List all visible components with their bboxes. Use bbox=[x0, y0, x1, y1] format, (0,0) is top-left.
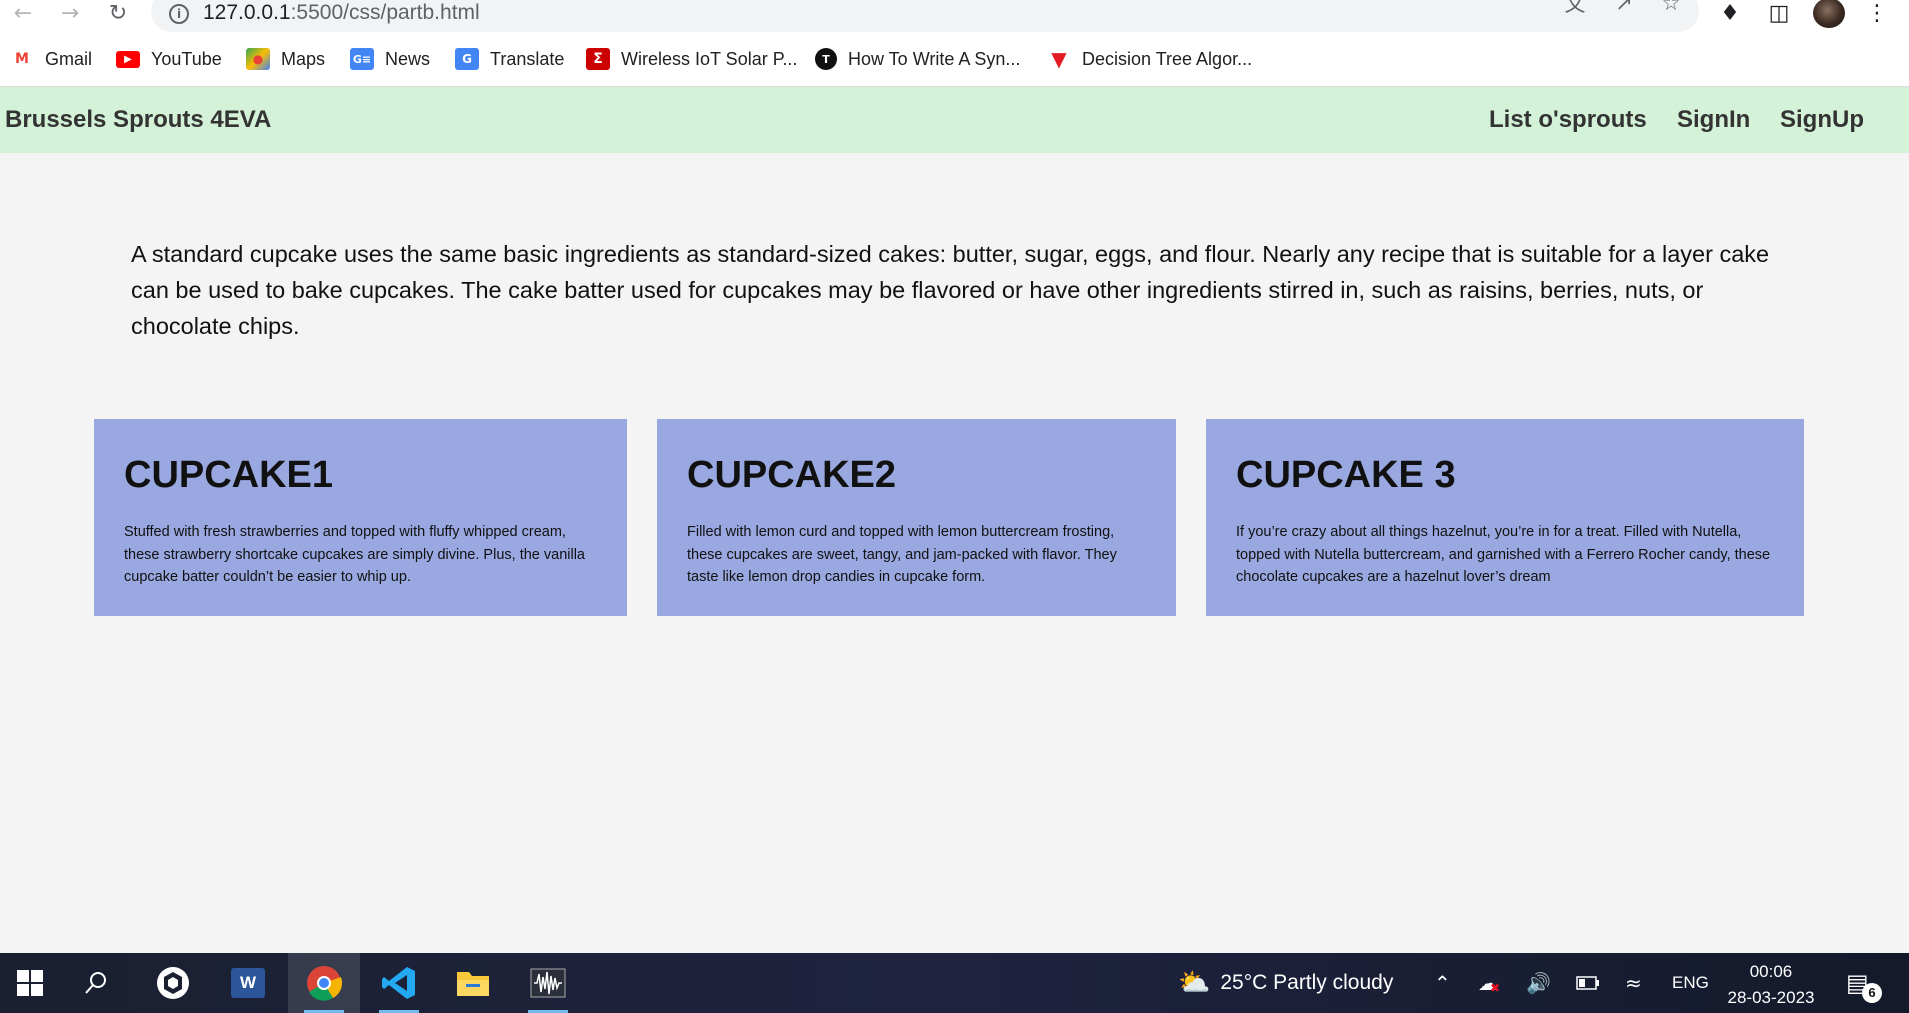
intro-paragraph: A standard cupcake uses the same basic i… bbox=[131, 241, 1770, 339]
site-navbar: Brussels Sprouts 4EVA List o'sprouts Sig… bbox=[0, 87, 1909, 153]
bookmark-label: News bbox=[385, 48, 431, 69]
clock-date: 28-03-2023 bbox=[1727, 988, 1815, 1007]
bookmarks-bar: M Gmail ▶ YouTube ● Maps G≡ News G Trans… bbox=[0, 44, 1909, 74]
sigma-icon: Σ bbox=[586, 48, 610, 70]
back-icon[interactable]: ← bbox=[8, 0, 38, 26]
red-t-icon: ▼ bbox=[1051, 47, 1067, 71]
url-host: 127.0.0.1 bbox=[203, 1, 291, 24]
volume-icon[interactable]: 🔊 bbox=[1526, 953, 1551, 1013]
card-title: CUPCAKE2 bbox=[687, 454, 897, 496]
vscode-icon bbox=[382, 967, 415, 999]
bookmark-gmail[interactable]: M Gmail bbox=[10, 44, 92, 74]
notification-center-button[interactable]: ▤ 6 bbox=[1846, 953, 1882, 1013]
chrome-icon bbox=[307, 966, 342, 1001]
profile-avatar[interactable] bbox=[1813, 0, 1845, 28]
gmail-icon: M bbox=[15, 51, 29, 67]
browser-toolbar: ← → ↻ i 127.0.0.1:5500/css/partb.html 文 … bbox=[0, 0, 1909, 34]
side-panel-icon[interactable]: ◫ bbox=[1762, 0, 1796, 26]
bookmark-label: Gmail bbox=[45, 48, 93, 69]
cupcake-card-1: CUPCAKE1 Stuffed with fresh strawberries… bbox=[94, 419, 627, 616]
reload-icon[interactable]: ↻ bbox=[103, 0, 133, 26]
show-hidden-icons-icon[interactable]: ⌃ bbox=[1434, 953, 1451, 1013]
url-path: :5500/css/partb.html bbox=[290, 1, 480, 24]
menu-kebab-icon[interactable]: ⋮ bbox=[1860, 0, 1894, 26]
taskbar-app-explorer[interactable] bbox=[443, 953, 503, 1013]
card-title: CUPCAKE1 bbox=[124, 454, 334, 496]
taskbar-app-widget[interactable] bbox=[143, 953, 203, 1013]
word-icon: W bbox=[231, 968, 265, 998]
notification-count-badge: 6 bbox=[1862, 983, 1882, 1003]
wifi-icon[interactable]: ≈ bbox=[1625, 953, 1642, 1013]
nav-link-list-o-sprouts[interactable]: List o'sprouts bbox=[1489, 106, 1647, 134]
translate-icon: G bbox=[455, 48, 479, 70]
waveform-icon bbox=[530, 968, 566, 998]
hexagon-app-icon bbox=[157, 967, 189, 999]
search-icon bbox=[85, 972, 106, 994]
weather-text: 25°C Partly cloudy bbox=[1220, 971, 1394, 994]
folder-icon bbox=[457, 972, 489, 996]
taskbar-app-vscode[interactable] bbox=[369, 953, 429, 1013]
site-brand[interactable]: Brussels Sprouts 4EVA bbox=[5, 106, 271, 134]
bookmark-label: Maps bbox=[281, 48, 326, 69]
taskbar-app-audio[interactable] bbox=[518, 953, 578, 1013]
bookmark-how-to-write[interactable]: T How To Write A Syn... bbox=[815, 44, 1020, 74]
search-button[interactable] bbox=[66, 953, 126, 1013]
windows-taskbar: W ⛅ 25°C Partly cloudy ⌃ ☁ ✖ 🔊 ≈ ENG 00:… bbox=[0, 953, 1909, 1013]
translate-page-icon[interactable]: 文 bbox=[1558, 0, 1592, 16]
bookmark-decision-tree[interactable]: ▼ Decision Tree Algor... bbox=[1047, 44, 1252, 74]
browser-chrome: ← → ↻ i 127.0.0.1:5500/css/partb.html 文 … bbox=[0, 0, 1909, 87]
forward-icon[interactable]: → bbox=[55, 0, 85, 26]
language-indicator[interactable]: ENG bbox=[1672, 953, 1709, 1013]
card-text: If you’re crazy about all things hazelnu… bbox=[1236, 524, 1771, 585]
url-text[interactable]: 127.0.0.1:5500/css/partb.html bbox=[203, 1, 480, 25]
bookmark-label: Translate bbox=[490, 48, 565, 69]
clock-time: 00:06 bbox=[1749, 962, 1793, 981]
taskbar-app-chrome[interactable] bbox=[288, 953, 360, 1013]
windows-logo-icon bbox=[17, 970, 43, 996]
bookmark-youtube[interactable]: ▶ YouTube bbox=[116, 44, 222, 74]
card-title: CUPCAKE 3 bbox=[1236, 454, 1456, 496]
start-button[interactable] bbox=[0, 953, 60, 1013]
card-text: Filled with lemon curd and topped with l… bbox=[687, 524, 1117, 585]
youtube-icon: ▶ bbox=[116, 50, 140, 68]
bookmark-star-icon[interactable]: ☆ bbox=[1654, 0, 1688, 16]
bookmark-wireless-iot[interactable]: Σ Wireless IoT Solar P... bbox=[586, 44, 797, 74]
cupcake-card-3: CUPCAKE 3 If you’re crazy about all thin… bbox=[1206, 419, 1804, 616]
bookmark-news[interactable]: G≡ News bbox=[350, 44, 430, 74]
battery-icon[interactable] bbox=[1576, 953, 1600, 1013]
site-info-icon[interactable]: i bbox=[169, 4, 189, 24]
nav-link-signup[interactable]: SignUp bbox=[1780, 106, 1864, 134]
bookmark-label: YouTube bbox=[151, 48, 222, 69]
weather-widget[interactable]: ⛅ 25°C Partly cloudy bbox=[1178, 953, 1393, 1013]
card-text: Stuffed with fresh strawberries and topp… bbox=[124, 524, 585, 585]
taskbar-app-word[interactable]: W bbox=[218, 953, 278, 1013]
maps-icon: ● bbox=[246, 48, 270, 70]
extensions-icon[interactable]: ♦ bbox=[1713, 0, 1747, 26]
bookmark-translate[interactable]: G Translate bbox=[455, 44, 564, 74]
bookmark-label: How To Write A Syn... bbox=[848, 48, 1021, 69]
circle-t-icon: T bbox=[815, 48, 837, 70]
cupcake-card-2: CUPCAKE2 Filled with lemon curd and topp… bbox=[657, 419, 1176, 616]
onedrive-error-icon[interactable]: ☁ ✖ bbox=[1478, 953, 1500, 1013]
address-bar[interactable]: i 127.0.0.1:5500/css/partb.html 文 ↗ ☆ bbox=[151, 0, 1699, 32]
language-text: ENG bbox=[1672, 973, 1709, 992]
nav-link-signin[interactable]: SignIn bbox=[1677, 106, 1750, 134]
bookmark-maps[interactable]: ● Maps bbox=[246, 44, 325, 74]
partly-cloudy-icon: ⛅ bbox=[1178, 968, 1211, 998]
bookmark-label: Decision Tree Algor... bbox=[1082, 48, 1253, 69]
share-icon[interactable]: ↗ bbox=[1607, 0, 1641, 16]
bookmark-label: Wireless IoT Solar P... bbox=[621, 48, 798, 69]
news-icon: G≡ bbox=[350, 48, 374, 70]
taskbar-clock[interactable]: 00:06 28-03-2023 bbox=[1718, 959, 1824, 1011]
